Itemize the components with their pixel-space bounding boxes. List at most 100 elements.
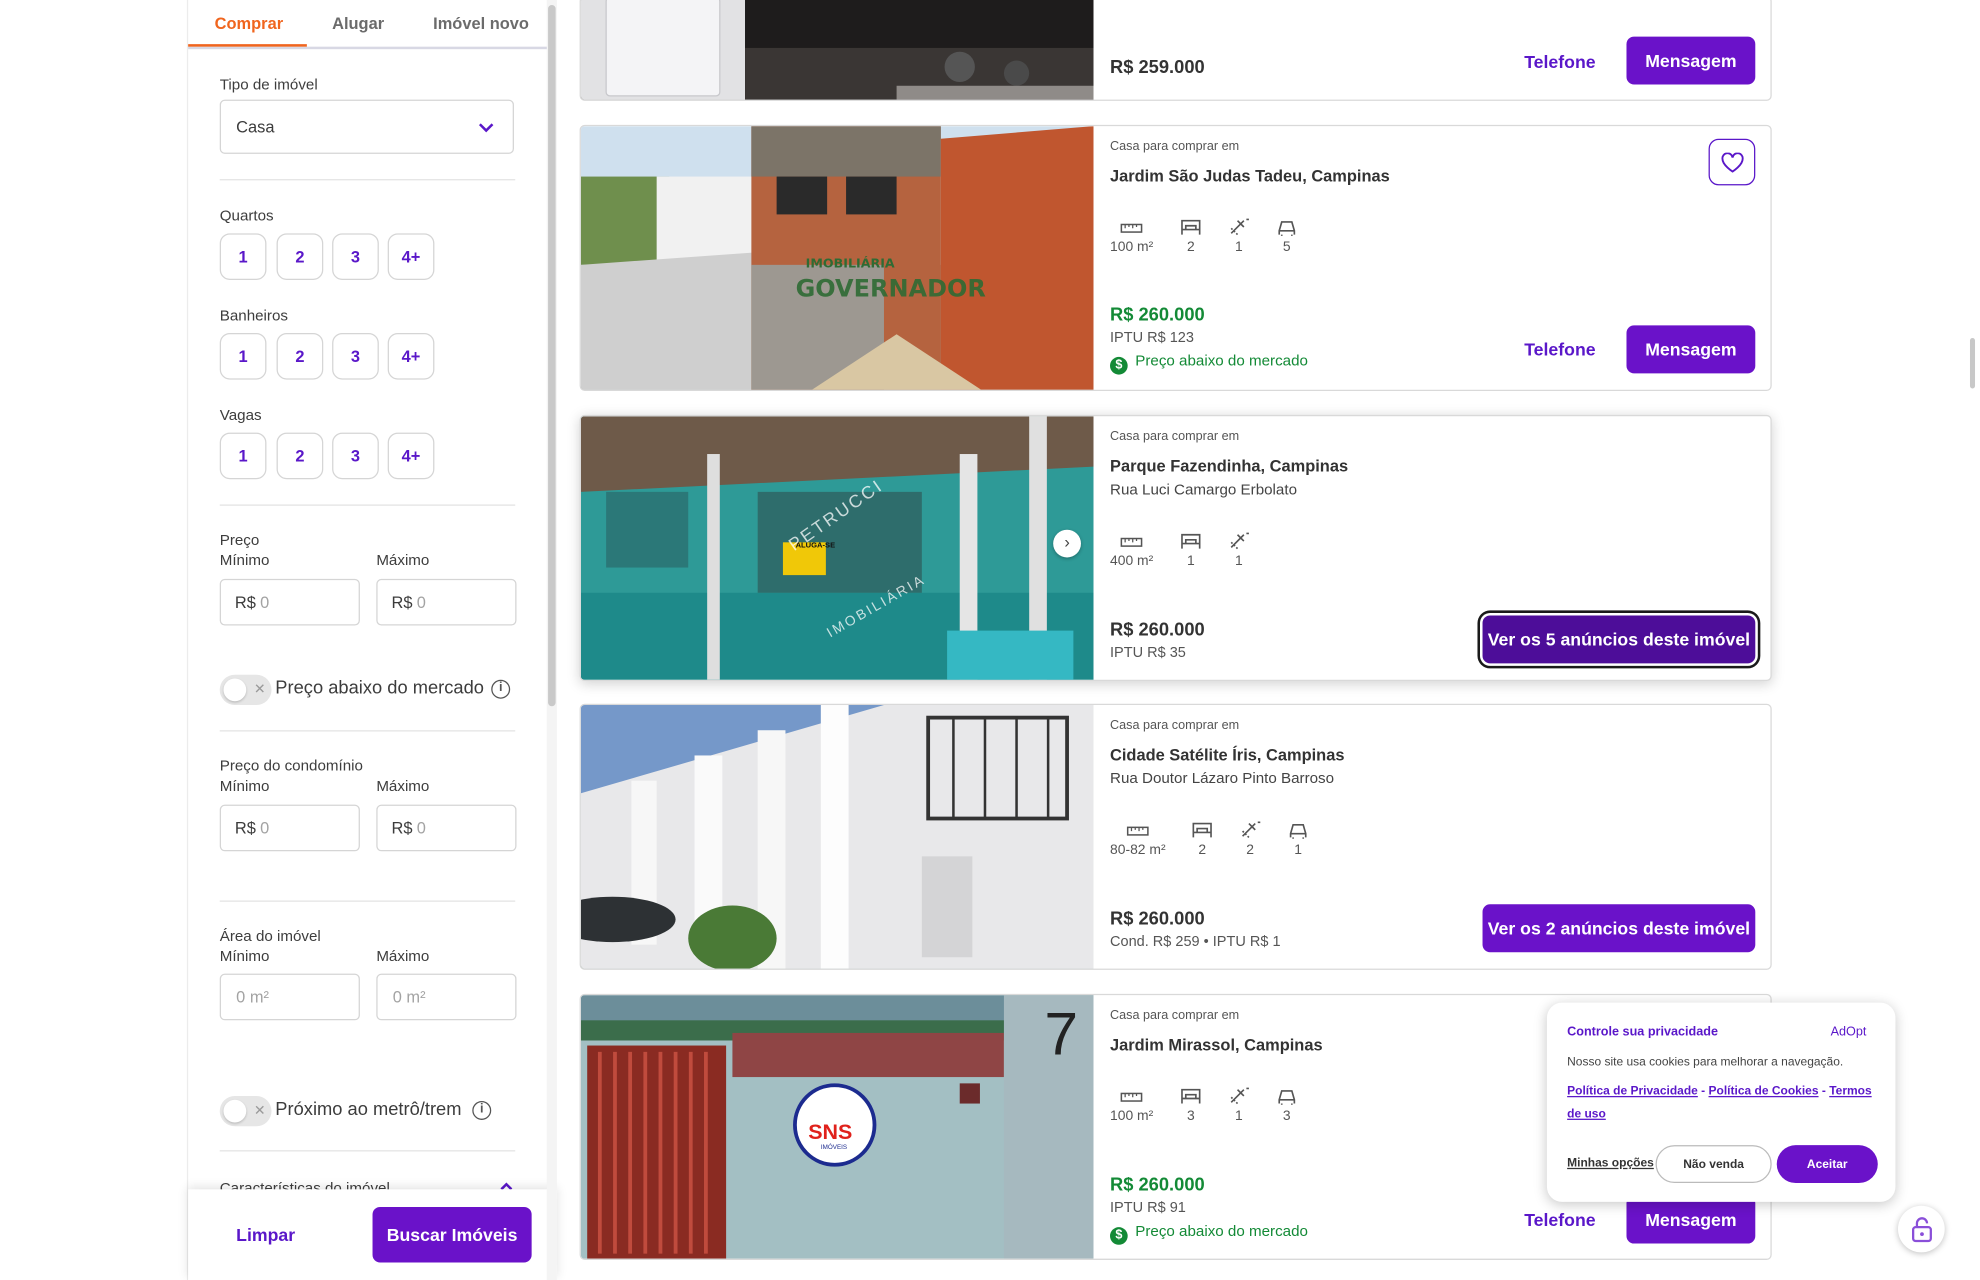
bathrooms-label: Banheiros: [219, 306, 288, 325]
cookie-links: Política de Privacidade - Política de Co…: [1567, 1081, 1875, 1126]
property-type-value: Casa: [236, 117, 275, 137]
bathrooms-value: 1: [1234, 1108, 1243, 1124]
area-max-label: Máximo: [376, 947, 430, 965]
bed-icon: [1181, 533, 1201, 549]
bed-icon: [1181, 219, 1201, 235]
ruler-icon: [1120, 223, 1143, 233]
area-label: Área do imóvel: [219, 926, 321, 945]
currency-prefix: R$: [391, 818, 413, 838]
parking-option-4plus[interactable]: 4+: [387, 432, 435, 480]
price-max-label: Máximo: [376, 551, 430, 569]
shower-icon: [1242, 821, 1261, 839]
metro-toggle[interactable]: ✕: [219, 1095, 272, 1127]
area-min-input[interactable]: 0 m²: [219, 973, 360, 1021]
listing-title[interactable]: Cidade Satélite Íris, Campinas: [1110, 745, 1344, 764]
cookie-brand[interactable]: AdOpt: [1831, 1025, 1867, 1039]
phone-button[interactable]: Telefone: [1524, 52, 1595, 72]
parking-value: 3: [1282, 1108, 1291, 1124]
listing-photo[interactable]: SNS IMÓVEIS 7: [580, 995, 1094, 1259]
shower-icon: [1230, 218, 1249, 236]
parking-feature: 1: [1287, 820, 1310, 858]
listing-title[interactable]: Parque Fazendinha, Campinas: [1110, 457, 1348, 476]
below-market-badge: $ Preço abaixo do mercado: [1110, 1222, 1308, 1245]
bathrooms-option-2[interactable]: 2: [276, 332, 324, 380]
view-all-ads-button[interactable]: Ver os 5 anúncios deste imóvel: [1482, 615, 1756, 664]
condo-max-input[interactable]: R$ 0: [376, 804, 517, 852]
info-icon[interactable]: i: [472, 1101, 492, 1120]
message-button[interactable]: Mensagem: [1626, 1195, 1756, 1244]
parking-option-1[interactable]: 1: [219, 432, 267, 480]
price-min-input[interactable]: R$ 0: [219, 578, 360, 626]
bathrooms-option-3[interactable]: 3: [332, 332, 379, 380]
parking-option-2[interactable]: 2: [276, 432, 324, 480]
bedrooms-option-2[interactable]: 2: [276, 233, 324, 280]
listing-card[interactable]: Casa para comprar em Cidade Satélite Íri…: [579, 703, 1772, 970]
message-button[interactable]: Mensagem: [1626, 36, 1756, 85]
carousel-next-button[interactable]: ›: [1053, 529, 1081, 558]
price-max-input[interactable]: R$ 0: [376, 578, 517, 626]
parking-value: 1: [1294, 842, 1303, 858]
property-type-select[interactable]: Casa: [219, 99, 514, 154]
area-feature: 400 m²: [1110, 533, 1153, 569]
listing-title[interactable]: Jardim São Judas Tadeu, Campinas: [1110, 166, 1390, 185]
condo-min-input[interactable]: R$ 0: [219, 804, 360, 852]
sidebar-scroll-thumb[interactable]: [548, 5, 556, 707]
message-button[interactable]: Mensagem: [1626, 325, 1756, 374]
heart-icon: [1720, 151, 1743, 173]
car-icon: [1278, 1090, 1296, 1105]
cookie-policy-link[interactable]: Política de Cookies: [1709, 1085, 1819, 1099]
below-market-toggle[interactable]: ✕: [219, 674, 272, 706]
condo-max-placeholder: 0: [416, 818, 426, 838]
listing-photo[interactable]: [580, 705, 1094, 969]
sidebar-actions: Limpar Buscar Imóveis: [188, 1189, 557, 1280]
phone-button[interactable]: Telefone: [1524, 1209, 1595, 1229]
page-scrollbar-thumb[interactable]: [1969, 338, 1976, 389]
ruler-icon: [1120, 1092, 1143, 1102]
accept-cookies-button[interactable]: Aceitar: [1776, 1145, 1878, 1184]
favorite-button[interactable]: [1708, 138, 1756, 186]
listing-kind: Casa para comprar em: [1110, 1008, 1240, 1023]
cookie-options-link[interactable]: Minhas opções: [1567, 1157, 1654, 1171]
bedrooms-value: 1: [1186, 553, 1195, 569]
view-all-ads-button[interactable]: Ver os 2 anúncios deste imóvel: [1482, 904, 1756, 953]
sidebar-scrollbar[interactable]: [546, 0, 557, 1280]
listing-photo[interactable]: ALUGA-SE PETRUCCI IMOBILIÁRIA ›: [580, 416, 1094, 680]
listing-info: R$ 259.000 Telefone Mensagem: [1110, 0, 1770, 100]
listing-card[interactable]: ALUGA-SE PETRUCCI IMOBILIÁRIA › Casa par…: [579, 414, 1772, 682]
bedrooms-option-1[interactable]: 1: [219, 233, 267, 280]
bedrooms-feature: 3: [1179, 1086, 1202, 1124]
privacy-policy-link[interactable]: Política de Privacidade: [1567, 1085, 1698, 1099]
search-properties-button[interactable]: Buscar Imóveis: [372, 1206, 532, 1263]
chevron-down-icon: [478, 123, 494, 133]
info-icon[interactable]: i: [491, 679, 511, 699]
filter-sidebar: Comprar Alugar Imóvel novo Tipo de imóve…: [186, 0, 557, 1280]
bedrooms-option-3[interactable]: 3: [332, 233, 379, 280]
listing-photo[interactable]: IMOBILIÁRIA GOVERNADOR: [580, 126, 1094, 390]
area-max-placeholder: 0 m²: [392, 987, 426, 1007]
bathrooms-option-1[interactable]: 1: [219, 332, 267, 380]
phone-button[interactable]: Telefone: [1524, 339, 1595, 359]
bathrooms-option-4plus[interactable]: 4+: [387, 332, 435, 380]
bedrooms-value: 2: [1186, 239, 1195, 255]
parking-option-3[interactable]: 3: [332, 432, 379, 480]
shower-icon: [1230, 1087, 1249, 1105]
listing-taxes: Cond. R$ 259 • IPTU R$ 1: [1110, 934, 1281, 950]
area-max-input[interactable]: 0 m²: [376, 973, 517, 1021]
condo-label: Preço do condomínio: [219, 756, 363, 775]
bedrooms-option-4plus[interactable]: 4+: [387, 233, 435, 280]
photo-logo: IMÓVEIS: [820, 1143, 848, 1152]
area-feature: 100 m²: [1110, 219, 1153, 255]
tab-comprar[interactable]: Comprar: [215, 14, 283, 33]
tab-imovel-novo[interactable]: Imóvel novo: [433, 14, 529, 33]
clear-filters-button[interactable]: Limpar: [236, 1225, 295, 1245]
privacy-settings-button[interactable]: [1897, 1205, 1945, 1253]
listing-card[interactable]: R$ 259.000 Telefone Mensagem: [579, 0, 1772, 101]
listing-photo[interactable]: [580, 0, 1094, 100]
bedrooms-feature: 2: [1191, 820, 1214, 858]
do-not-sell-button[interactable]: Não venda: [1655, 1145, 1772, 1184]
listing-card[interactable]: IMOBILIÁRIA GOVERNADOR Casa para comprar…: [579, 124, 1772, 391]
cookie-consent-banner: Controle sua privacidade AdOpt Nosso sit…: [1546, 1002, 1896, 1202]
tab-alugar[interactable]: Alugar: [332, 14, 384, 33]
bathrooms-feature: 2: [1239, 820, 1262, 858]
listing-title[interactable]: Jardim Mirassol, Campinas: [1110, 1035, 1323, 1054]
